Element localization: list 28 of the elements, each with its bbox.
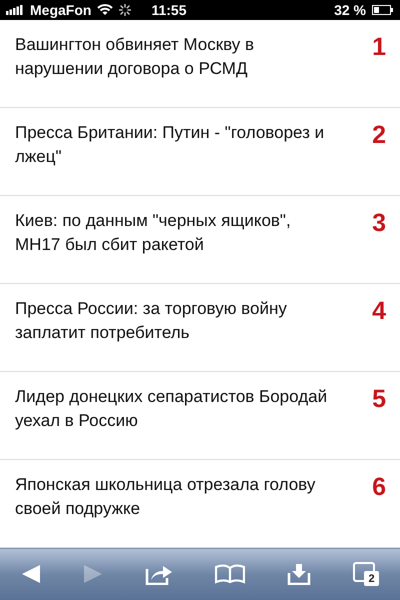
rank-number: 6: [372, 472, 386, 503]
headline: Лидер донецких сепаратистов Бородай уехал в Россию: [15, 386, 328, 432]
rank-number: 5: [372, 384, 386, 415]
spinner-icon: [119, 4, 132, 16]
back-icon[interactable]: [21, 564, 41, 584]
headline: Вашингтон обвиняет Москву в нарушении договора о РСМД: [15, 34, 256, 80]
download-icon[interactable]: [287, 563, 311, 586]
news-item[interactable]: Лидер донецких сепаратистов Бородай уехал в Россию 5: [0, 372, 400, 460]
wifi-icon: [97, 4, 114, 16]
battery-icon: [372, 4, 394, 15]
news-item[interactable]: Вашингтон обвиняет Москву в нарушении договора о РСМД 1: [0, 20, 400, 108]
news-item[interactable]: Пресса России: за торговую войну заплатит потребитель 4: [0, 284, 400, 372]
rank-number: 3: [372, 208, 386, 239]
rank-number: 4: [372, 296, 386, 327]
headline: Пресса Британии: Путин - "головорез и лжец": [15, 122, 326, 168]
rank-number: 1: [372, 32, 386, 63]
headline: Киев: по данным "черных ящиков", MH17 был сбит ракетой: [15, 210, 292, 256]
news-item[interactable]: Киев: по данным "черных ящиков", MH17 был сбит ракетой 3: [0, 196, 400, 284]
headline: Японская школьница отрезала голову своей подружке: [15, 474, 316, 520]
news-item[interactable]: Пресса Британии: Путин - "головорез и лжец" 2: [0, 108, 400, 196]
headline: Пресса России: за торговую войну заплатит потребитель: [15, 298, 288, 344]
rank-number: 2: [372, 120, 386, 151]
carrier-name: MegaFon: [30, 2, 92, 18]
clock-time: 11:55: [151, 2, 186, 18]
share-icon[interactable]: [145, 563, 173, 586]
book-icon[interactable]: [215, 564, 245, 584]
signal-icon: [6, 4, 24, 15]
battery-percent: 32 %: [334, 2, 366, 18]
